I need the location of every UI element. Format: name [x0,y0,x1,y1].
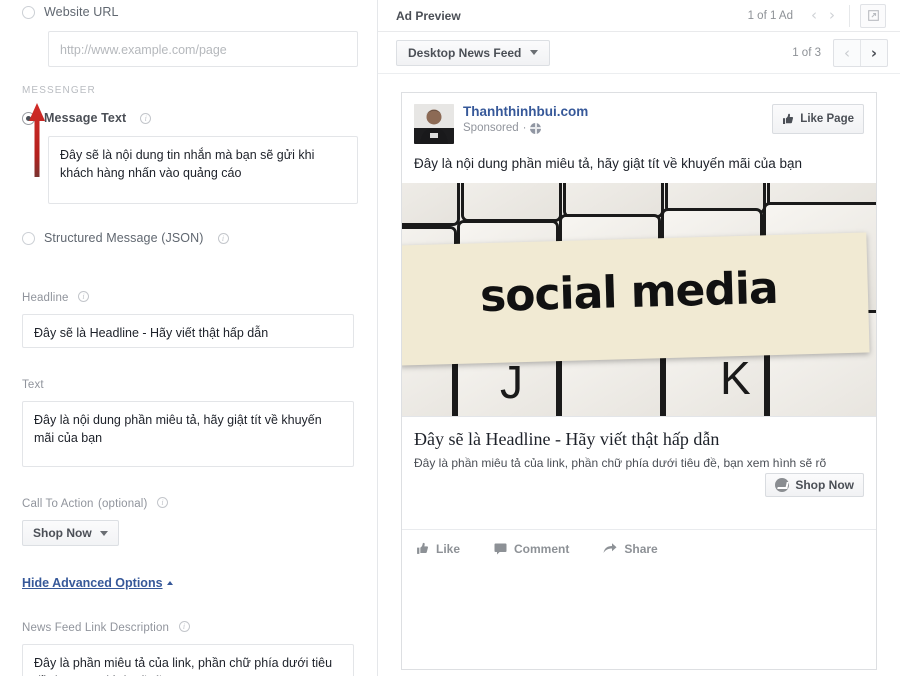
text-field-group: Text Đây là nội dung phần miêu tả, hãy g… [0,375,377,467]
text-textarea[interactable]: Đây là nội dung phần miêu tả, hãy giật t… [22,401,354,467]
ad-prev-chevron-left-icon[interactable]: ‹ [805,8,823,23]
news-feed-link-description-group: News Feed Link Description i Đây là phần… [0,618,377,676]
structured-message-label: Structured Message (JSON) [44,231,204,245]
ad-preview-header: Ad Preview 1 of 1 Ad ‹ › [378,0,900,32]
ad-creative-form-panel: Website URL http://www.example.com/page … [0,0,378,676]
structured-message-radio[interactable] [22,231,35,245]
thumbs-up-icon [783,113,794,124]
ad-next-chevron-right-icon[interactable]: › [823,8,841,23]
news-feed-link-description-label: News Feed Link Description [22,622,170,634]
cta-optional-note: (optional) [98,498,148,510]
separator-dot: · [522,122,527,134]
like-page-label: Like Page [800,113,854,125]
placement-next-button[interactable]: › [860,39,887,66]
like-page-button[interactable]: Like Page [772,104,864,134]
chevron-down-icon [99,530,108,536]
ad-cta-button[interactable]: Shop Now [765,472,864,497]
placement-format-bar: Desktop News Feed 1 of 3 ‹ › [378,32,900,74]
comment-icon [494,543,507,555]
page-avatar[interactable] [414,104,454,144]
ad-headline: Đây sẽ là Headline - Hãy viết thật hấp d… [414,429,720,450]
messenger-icon [775,477,790,492]
chevron-up-icon [166,581,173,585]
popout-preview-button[interactable] [860,3,886,28]
ad-preview-stage: Thanhthinhbui.com Sponsored · Like Page [378,74,900,676]
website-url-input[interactable]: http://www.example.com/page [48,31,358,67]
like-action-button[interactable]: Like [416,542,460,556]
placement-select[interactable]: Desktop News Feed [396,39,551,66]
sponsored-label: Sponsored [463,122,519,134]
comment-action-label: Comment [514,541,570,556]
headline-input[interactable]: Đây sẽ là Headline - Hãy viết thật hấp d… [22,314,354,348]
headline-info-icon[interactable]: i [78,291,90,303]
cta-info-icon[interactable]: i [156,497,168,509]
globe-icon [530,122,542,134]
page-name-link[interactable]: Thanhthinhbui.com [463,104,588,120]
nfld-label-row: News Feed Link Description i [22,618,355,636]
placement-prev-button[interactable]: ‹ [834,40,860,66]
headline-label: Headline [22,292,69,304]
sponsored-line: Sponsored · [463,122,588,134]
website-url-radio[interactable] [22,5,35,19]
message-text-label: Message Text [44,111,127,125]
website-url-label: Website URL [44,5,119,19]
ad-actions-bar: Like Comment Share [402,528,876,559]
header-divider [849,4,850,27]
facebook-ad-card: Thanhthinhbui.com Sponsored · Like Page [401,92,877,670]
structured-message-radio-row[interactable]: Structured Message (JSON) i [22,228,355,248]
placement-count-text: 1 of 3 [792,46,821,59]
share-action-button[interactable]: Share [603,541,658,556]
ad-card-header: Thanhthinhbui.com Sponsored · Like Page [402,93,876,144]
messenger-section: MESSENGER Message Text i Đây sẽ là nội d… [0,85,377,248]
share-action-label: Share [624,541,658,556]
image-overlay-text: social media [479,263,779,323]
keyboard-letter-k: K [720,352,751,405]
ad-link-description: Đây là phần miêu tả của link, phần chữ p… [414,455,827,470]
news-feed-link-description-textarea[interactable]: Đây là phần miêu tả của link, phần chữ p… [22,644,354,676]
message-text-radio[interactable] [22,111,35,125]
website-url-field-group: Website URL http://www.example.com/page [0,0,377,67]
ad-preview-panel: Ad Preview 1 of 1 Ad ‹ › Desktop News Fe… [378,0,900,676]
thumbs-up-icon [417,543,429,555]
placement-selected-value: Desktop News Feed [408,45,522,60]
ad-count-text: 1 of 1 Ad [747,9,793,22]
share-arrow-icon [603,543,617,554]
text-label: Text [22,379,44,391]
ad-editor-screen: Website URL http://www.example.com/page … [0,0,900,676]
headline-field-group: Headline i Đây sẽ là Headline - Hãy viết… [0,288,377,348]
call-to-action-group: Call To Action (optional) i Shop Now [0,494,377,546]
placement-nav-group: ‹ › [833,38,888,67]
website-url-radio-row[interactable]: Website URL [22,2,355,22]
message-text-info-icon[interactable]: i [140,112,152,124]
external-link-icon [867,10,879,21]
news-feed-link-description-info-icon[interactable]: i [178,621,190,633]
cta-selected-value: Shop Now [33,526,92,540]
structured-message-info-icon[interactable]: i [217,232,229,244]
cta-label: Call To Action [22,498,94,510]
ad-body-text: Đây là nội dung phần miêu tả, hãy giật t… [414,156,802,171]
keyboard-letter-j: J [500,356,523,409]
messenger-section-label: MESSENGER [22,85,96,96]
ad-creative-image[interactable]: J K social media [402,183,876,417]
hide-advanced-options-link[interactable]: Hide Advanced Options [22,576,173,590]
message-text-textarea[interactable]: Đây sẽ là nội dung tin nhắn mà bạn sẽ gử… [48,136,358,204]
chevron-down-icon [530,50,539,55]
like-action-label: Like [436,541,461,556]
headline-label-row: Headline i [22,288,355,306]
ad-preview-title: Ad Preview [396,8,461,23]
ad-cta-label: Shop Now [795,477,854,492]
hide-advanced-options-label: Hide Advanced Options [22,576,163,590]
cta-select[interactable]: Shop Now [22,520,119,546]
cta-label-row: Call To Action (optional) i [22,494,355,512]
comment-action-button[interactable]: Comment [494,542,569,556]
advanced-options-row: Hide Advanced Options [0,574,377,592]
ad-link-block: Đây sẽ là Headline - Hãy viết thật hấp d… [402,416,876,507]
message-text-radio-row[interactable]: Message Text i [22,108,355,128]
page-identity: Thanhthinhbui.com Sponsored · [463,104,588,134]
